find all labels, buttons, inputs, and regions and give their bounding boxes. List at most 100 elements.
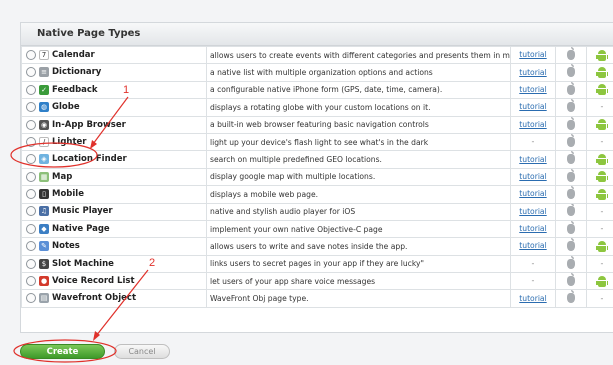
calendar-icon: 7 <box>39 49 49 60</box>
apple-icon <box>567 221 575 234</box>
page-type-cell[interactable]: ✓ Feedback <box>21 80 207 100</box>
page-type-radio[interactable] <box>26 258 36 269</box>
android-icon <box>596 84 608 96</box>
page-type-radio[interactable] <box>26 241 36 252</box>
page-type-cell[interactable]: ◍ Globe <box>21 98 207 117</box>
tutorial-cell: - <box>510 272 556 291</box>
page-type-description: implement your own native Objective-C pa… <box>206 219 511 239</box>
tutorial-link[interactable]: tutorial <box>519 224 546 233</box>
tutorial-link[interactable]: tutorial <box>519 50 546 59</box>
android-support-cell <box>586 45 613 65</box>
table-row[interactable]: ● Voice Record List let users of your app … <box>21 272 613 291</box>
page-types-table: 7 Calendar allows users to create events w… <box>21 45 613 308</box>
page-type-cell[interactable]: ♫ Music Player <box>21 202 207 221</box>
page-type-cell[interactable]: ● Voice Record List <box>21 272 207 291</box>
tutorial-link[interactable]: tutorial <box>519 68 546 77</box>
table-row[interactable]: ▤ Wavefront Object WaveFront Obj page type… <box>21 289 613 308</box>
android-icon <box>596 188 608 200</box>
ios-support-cell <box>555 115 587 134</box>
page-type-radio[interactable] <box>26 84 36 95</box>
table-row[interactable]: / Lighter light up your device's flash lig… <box>21 132 613 152</box>
table-row[interactable]: ◉ In-App Browser a built-in web browser fe… <box>21 115 613 134</box>
tutorial-cell: tutorial <box>510 237 556 256</box>
page-type-cell[interactable]: ≡ Dictionary <box>21 63 207 82</box>
table-row[interactable]: ▦ Map display google map with multiple loc… <box>21 167 613 187</box>
page-type-cell[interactable]: ▤ Wavefront Object <box>21 289 207 308</box>
table-row[interactable]: ◈ Location Finder search on multiple prede… <box>21 150 613 169</box>
table-row[interactable]: ♫ Music Player native and stylish audio pl… <box>21 202 613 221</box>
page-type-name: In-App Browser <box>52 119 126 130</box>
page-type-radio[interactable] <box>26 119 36 130</box>
ios-support-cell <box>555 132 587 152</box>
page-type-radio[interactable] <box>26 276 36 287</box>
table-row[interactable]: ◍ Globe displays a rotating globe with you… <box>21 98 613 117</box>
table-row[interactable]: ✎ Notes allows users to write and save not… <box>21 237 613 256</box>
ios-support-cell <box>555 237 587 256</box>
page-type-radio[interactable] <box>26 223 36 234</box>
page-type-cell[interactable]: ◆ Native Page <box>21 219 207 239</box>
table-row[interactable]: ≡ Dictionary a native list with multiple o… <box>21 63 613 82</box>
tutorial-link[interactable]: tutorial <box>519 85 546 94</box>
page-type-radio[interactable] <box>26 154 36 165</box>
android-support-cell <box>586 237 613 256</box>
tutorial-link[interactable]: tutorial <box>519 120 546 129</box>
tutorial-link[interactable]: tutorial <box>519 155 546 164</box>
android-unsupported: - <box>600 258 604 268</box>
page-type-radio[interactable] <box>26 102 36 113</box>
tutorial-link[interactable]: tutorial <box>519 102 546 111</box>
apple-icon <box>567 169 575 182</box>
create-button[interactable]: Create <box>20 344 105 359</box>
page-type-radio[interactable] <box>26 189 36 200</box>
feedback-icon: ✓ <box>39 84 49 95</box>
android-unsupported: - <box>600 102 604 112</box>
page-type-radio[interactable] <box>26 293 36 304</box>
page-type-radio[interactable] <box>26 67 36 78</box>
ios-support-cell <box>555 289 587 308</box>
page-type-description: native and stylish audio player for iOS <box>206 202 511 221</box>
page-type-cell[interactable]: / Lighter <box>21 132 207 152</box>
tutorial-link[interactable]: tutorial <box>519 294 546 303</box>
page-type-description: display google map with multiple locatio… <box>206 167 511 187</box>
ios-support-cell <box>555 202 587 221</box>
tutorial-link[interactable]: tutorial <box>519 241 546 250</box>
page-type-name: Slot Machine <box>52 258 114 269</box>
android-support-cell: - <box>586 219 613 239</box>
location-finder-icon: ◈ <box>39 154 49 165</box>
table-row[interactable]: $ Slot Machine links users to secret pages… <box>21 254 613 274</box>
page-type-cell[interactable]: ◉ In-App Browser <box>21 115 207 134</box>
page-type-description: displays a mobile web page. <box>206 185 511 204</box>
panel-title: Native Page Types <box>21 23 613 46</box>
page-type-cell[interactable]: ▯ Mobile <box>21 185 207 204</box>
android-icon <box>596 119 608 131</box>
ios-support-cell <box>555 185 587 204</box>
page-type-name: Feedback <box>52 84 98 95</box>
page-type-cell[interactable]: $ Slot Machine <box>21 254 207 274</box>
page-type-radio[interactable] <box>26 171 36 182</box>
tutorial-link[interactable]: tutorial <box>519 172 546 181</box>
table-row[interactable]: ▯ Mobile displays a mobile web page. tutori… <box>21 185 613 204</box>
lighter-icon: / <box>39 136 49 147</box>
table-row[interactable]: 7 Calendar allows users to create events w… <box>21 45 613 65</box>
apple-icon <box>567 204 575 217</box>
apple-icon <box>567 82 575 95</box>
ios-support-cell <box>555 63 587 82</box>
page-type-cell[interactable]: 7 Calendar <box>21 45 207 65</box>
android-icon <box>596 49 608 61</box>
table-row[interactable]: ✓ Feedback a configurable native iPhone fo… <box>21 80 613 100</box>
page-type-radio[interactable] <box>26 136 36 147</box>
apple-icon <box>567 151 575 165</box>
page-type-radio[interactable] <box>26 206 36 217</box>
tutorial-link[interactable]: tutorial <box>519 189 546 198</box>
cancel-button[interactable]: Cancel <box>114 344 170 359</box>
table-row[interactable]: ◆ Native Page implement your own native Ob… <box>21 219 613 239</box>
tutorial-link[interactable]: tutorial <box>519 207 546 216</box>
page-type-cell[interactable]: ◈ Location Finder <box>21 150 207 169</box>
apple-icon <box>567 273 575 287</box>
page-type-description: displays a rotating globe with your cust… <box>206 98 511 117</box>
page-type-radio[interactable] <box>26 49 36 60</box>
notes-icon: ✎ <box>39 241 49 252</box>
page-type-cell[interactable]: ▦ Map <box>21 167 207 187</box>
page-type-name: Wavefront Object <box>52 293 137 304</box>
tutorial-unavailable: - <box>531 276 535 286</box>
page-type-cell[interactable]: ✎ Notes <box>21 237 207 256</box>
